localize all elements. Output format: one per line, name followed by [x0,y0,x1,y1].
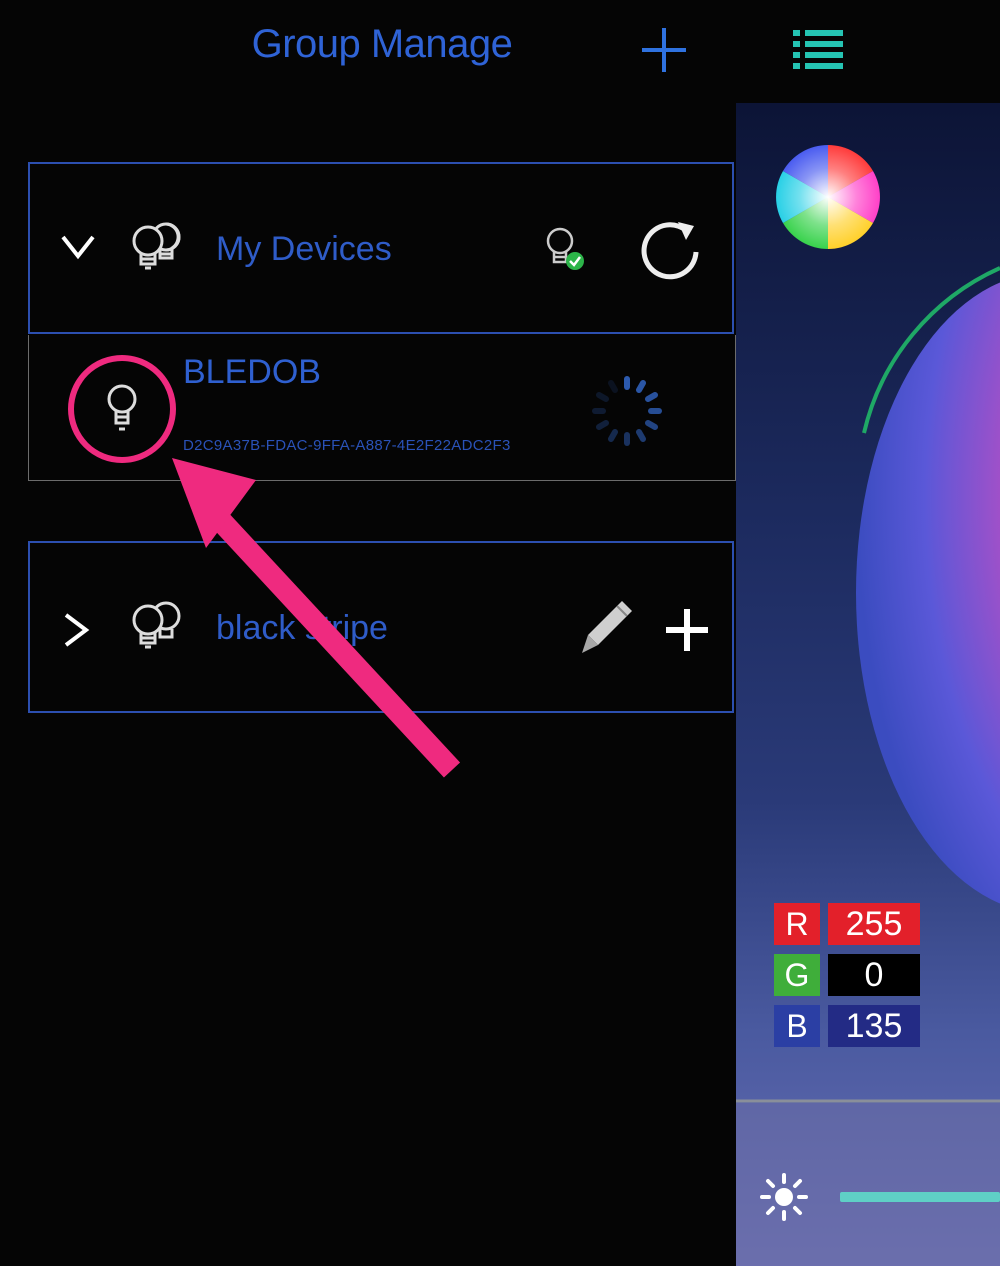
annotation-overlay [68,355,461,778]
annotation-arrow-shaft [213,514,461,778]
highlight-circle [68,355,176,463]
